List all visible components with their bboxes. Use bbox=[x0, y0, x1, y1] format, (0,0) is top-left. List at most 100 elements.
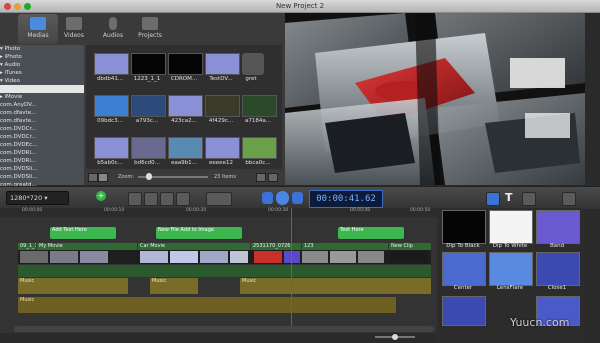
ruler-tick: 00:00:20 bbox=[186, 208, 207, 213]
media-thumbnail[interactable] bbox=[205, 95, 240, 117]
text-tool-icon[interactable]: T bbox=[505, 191, 513, 204]
split-icon[interactable] bbox=[176, 192, 190, 206]
transition-thumbnail[interactable] bbox=[489, 252, 533, 286]
timeline-ruler[interactable]: 00:00:00 00:00:10 00:00:20 00:00:30 00:0… bbox=[0, 208, 437, 217]
transition-tool-icon[interactable] bbox=[522, 192, 536, 206]
transform-dropdown[interactable] bbox=[206, 192, 232, 206]
audio-clip[interactable]: Music bbox=[150, 278, 198, 294]
media-thumbnail[interactable] bbox=[242, 95, 277, 117]
transition-thumbnail[interactable] bbox=[489, 210, 533, 244]
transition-thumbnail[interactable] bbox=[442, 296, 486, 326]
tree-item-selected[interactable] bbox=[0, 85, 84, 93]
tree-item-folder[interactable]: com.DVDCr... bbox=[0, 125, 84, 133]
tree-item-itunes[interactable]: ▸ iTunes bbox=[0, 69, 84, 77]
tree-item-folder[interactable]: com.dfavte... bbox=[0, 117, 84, 125]
video-frame bbox=[170, 251, 198, 263]
zoom-slider-knob[interactable] bbox=[146, 173, 152, 180]
list-view-icon[interactable] bbox=[88, 173, 98, 182]
media-thumbnail[interactable] bbox=[131, 53, 166, 75]
media-thumbnail[interactable] bbox=[168, 95, 203, 117]
video-clip-label[interactable]: New Clip bbox=[389, 243, 431, 250]
timeline-scrollbar[interactable] bbox=[14, 326, 434, 332]
export-icon[interactable] bbox=[562, 192, 576, 206]
item-count: 23 Items bbox=[214, 174, 236, 180]
media-label: a7184a... bbox=[245, 118, 271, 124]
tab-videos[interactable]: Videos bbox=[54, 14, 94, 44]
remove-media-icon[interactable] bbox=[268, 173, 278, 182]
media-thumbnail[interactable] bbox=[131, 95, 166, 117]
text-clip[interactable]: Add Text Here bbox=[50, 227, 116, 239]
screen-icon[interactable] bbox=[128, 192, 142, 206]
play-icon[interactable] bbox=[276, 191, 289, 205]
tree-item-iphoto[interactable]: ▸ iPhoto bbox=[0, 53, 84, 61]
audio-clip[interactable]: Music bbox=[240, 278, 431, 294]
camera-icon[interactable] bbox=[160, 192, 174, 206]
video-clip-label[interactable]: My Movie bbox=[37, 243, 137, 250]
audio-clip[interactable]: Music bbox=[18, 278, 128, 294]
timeline-zoom-knob[interactable] bbox=[392, 334, 398, 340]
transition-thumbnail[interactable] bbox=[442, 252, 486, 286]
playhead[interactable] bbox=[291, 208, 292, 326]
record-voice-icon[interactable] bbox=[144, 192, 158, 206]
tree-item-audio[interactable]: ▾ Audio bbox=[0, 61, 84, 69]
add-media-icon[interactable] bbox=[256, 173, 266, 182]
timeline-zoom-bar bbox=[0, 333, 437, 343]
tree-item-folder[interactable]: com.DVDRi... bbox=[0, 157, 84, 165]
transition-thumbnail[interactable] bbox=[536, 210, 580, 244]
main-toolbar: 1280*720 ▾ + 00:00:41.62 T bbox=[0, 186, 600, 209]
tree-item-folder[interactable]: com.DVDEc... bbox=[0, 141, 84, 149]
grid-view-icon[interactable] bbox=[98, 173, 108, 182]
tree-item-folder[interactable]: com.DVDRi... bbox=[0, 149, 84, 157]
transition-thumbnail[interactable] bbox=[442, 210, 486, 244]
tree-item-folder[interactable]: com.DVDSli... bbox=[0, 165, 84, 173]
tab-medias[interactable]: Medias bbox=[18, 14, 58, 44]
media-grid: dbdb41... 1223_1_1 CDROM... TestDV... gr… bbox=[86, 45, 282, 169]
tree-item-photo[interactable]: ▾ Photo bbox=[0, 45, 84, 53]
media-thumbnail[interactable] bbox=[94, 137, 129, 159]
tab-videos-label: Videos bbox=[64, 32, 84, 39]
video-clip-label[interactable]: 2531170_0726 bbox=[251, 243, 301, 250]
preview-viewer[interactable] bbox=[285, 13, 585, 185]
microphone-icon bbox=[109, 17, 117, 30]
tree-item-folder[interactable]: com.DVDSli... bbox=[0, 173, 84, 181]
tree-item-folder[interactable]: com.dfavte... bbox=[0, 109, 84, 117]
media-thumbnail[interactable] bbox=[94, 53, 129, 75]
media-thumbnail[interactable] bbox=[94, 95, 129, 117]
add-icon[interactable]: + bbox=[96, 191, 106, 201]
media-thumbnail[interactable] bbox=[168, 137, 203, 159]
transition-label: Band bbox=[549, 243, 565, 249]
video-clip-label[interactable]: Car Movie bbox=[138, 243, 250, 250]
media-thumbnail[interactable] bbox=[242, 137, 277, 159]
media-thumbnail[interactable] bbox=[168, 53, 203, 75]
tab-audios[interactable]: Audios bbox=[93, 14, 133, 44]
audio-clip[interactable]: Music bbox=[18, 297, 396, 313]
tree-item-folder[interactable]: com.DVDCr... bbox=[0, 133, 84, 141]
text-clip[interactable]: New File Add to Image bbox=[156, 227, 242, 239]
tree-item-imovie[interactable]: ▸ iMovie bbox=[0, 93, 84, 101]
tree-item-folder[interactable]: com.AnyDV... bbox=[0, 101, 84, 109]
media-thumbnail[interactable] bbox=[205, 137, 240, 159]
video-frame bbox=[140, 251, 168, 263]
media-thumbnail[interactable] bbox=[131, 137, 166, 159]
forward-icon[interactable] bbox=[292, 192, 303, 204]
tree-item-video[interactable]: ▾ Video bbox=[0, 77, 84, 85]
tab-projects-label: Projects bbox=[138, 32, 162, 39]
tab-projects[interactable]: Projects bbox=[130, 14, 170, 44]
transition-thumbnail[interactable] bbox=[536, 252, 580, 286]
video-effects-icon[interactable] bbox=[486, 192, 500, 206]
video-clip-label[interactable]: 123 bbox=[302, 243, 388, 250]
media-thumbnail[interactable] bbox=[242, 53, 264, 75]
rewind-icon[interactable] bbox=[262, 192, 273, 204]
media-thumbnail[interactable] bbox=[205, 53, 240, 75]
title-bar: New Project 2 bbox=[0, 0, 600, 13]
text-clip[interactable]: Text Here bbox=[338, 227, 404, 239]
transition-label: LensFlare bbox=[496, 285, 524, 291]
video-frame bbox=[80, 251, 108, 263]
resolution-select[interactable]: 1280*720 ▾ bbox=[6, 191, 69, 205]
video-clip-label[interactable]: 09_1_1 bbox=[18, 243, 36, 250]
video-frame bbox=[20, 251, 48, 263]
window-title: New Project 2 bbox=[275, 2, 325, 10]
ruler-tick: 00:00:50 bbox=[410, 208, 431, 213]
watermark: Yuucn.com bbox=[510, 316, 570, 329]
video-track[interactable] bbox=[18, 250, 431, 264]
